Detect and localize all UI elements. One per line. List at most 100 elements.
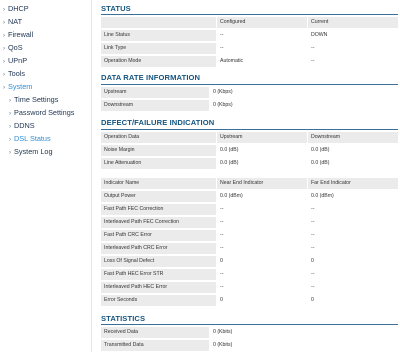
ind-row-label: Interleaved Path HEC Error [101, 282, 216, 293]
status-row-label: Line Status [101, 30, 216, 41]
sidebar-item-label: Firewall [8, 30, 34, 39]
sidebar-item-label: System Log [14, 147, 53, 156]
status-row-current: -- [308, 43, 398, 54]
status-row-label: Link Type [101, 43, 216, 54]
ind-row-far: -- [308, 204, 398, 215]
sidebar-item-tools[interactable]: › Tools [3, 69, 25, 80]
op-row-label: Line Attenuation [101, 158, 216, 169]
op-row-up: 0.0 (dB) [217, 145, 307, 156]
status-row-label: Operation Mode [101, 56, 216, 67]
chevron-right-icon: › [9, 98, 11, 104]
ind-row-label: Fast Path HEC Error STR [101, 269, 216, 280]
sidebar-item-qos[interactable]: › QoS [3, 43, 23, 54]
section-title-status: STATUS [101, 4, 131, 13]
ind-row-label: Fast Path FEC Correction [101, 204, 216, 215]
ind-row-label: Error Seconds [101, 295, 216, 306]
ind-header-far: Far End Indicator [308, 178, 398, 189]
ind-row-near: 0 [217, 256, 307, 267]
ind-row-near: 0 [217, 295, 307, 306]
chevron-right-icon: › [3, 7, 5, 13]
chevron-right-icon: › [3, 85, 5, 91]
ind-row-near: -- [217, 282, 307, 293]
sidebar-subitem-time-settings[interactable]: › Time Settings [9, 95, 58, 106]
op-header-upstream: Upstream [217, 132, 307, 143]
ind-row-label: Output Power [101, 191, 216, 202]
sidebar-item-label: DHCP [8, 4, 29, 13]
ind-header-name: Indicator Name [101, 178, 216, 189]
sidebar-item-label: DSL Status [14, 134, 51, 143]
ind-row-far: 0 [308, 295, 398, 306]
section-title-defect: DEFECT/FAILURE INDICATION [101, 118, 215, 127]
section-divider [101, 84, 398, 85]
sidebar-item-label: DDNS [14, 121, 35, 130]
op-header-name: Operation Data [101, 132, 216, 143]
ind-header-near: Near End Indicator [217, 178, 307, 189]
status-row-configured: -- [217, 43, 307, 54]
ind-row-near: -- [217, 204, 307, 215]
sidebar-item-label: Password Settings [14, 108, 75, 117]
ind-row-far: -- [308, 217, 398, 228]
status-row-current: DOWN [308, 30, 398, 41]
sidebar-subitem-password-settings[interactable]: › Password Settings [9, 108, 74, 119]
op-row-down: 0.0 (dB) [308, 145, 398, 156]
chevron-right-icon: › [3, 59, 5, 65]
op-row-label: Noise Margin [101, 145, 216, 156]
sidebar-item-firewall[interactable]: › Firewall [3, 30, 33, 41]
sidebar-item-label: QoS [8, 43, 23, 52]
ind-row-near: -- [217, 269, 307, 280]
sidebar-item-upnp[interactable]: › UPnP [3, 56, 27, 67]
sidebar-item-label: NAT [8, 17, 23, 26]
status-row-configured: -- [217, 30, 307, 41]
chevron-right-icon: › [3, 46, 5, 52]
ind-row-label: Interleaved Path FEC Correction [101, 217, 216, 228]
op-row-up: 0.0 (dB) [217, 158, 307, 169]
section-title-data-rate: DATA RATE INFORMATION [101, 73, 201, 82]
ind-row-label: Fast Path CRC Error [101, 230, 216, 241]
sidebar-subitem-dsl-status[interactable]: › DSL Status [9, 134, 51, 145]
ind-row-near: -- [217, 243, 307, 254]
stat-row-label: Transmitted Data [101, 340, 209, 351]
ind-row-near: 0.0 (dBm) [217, 191, 307, 202]
stat-row-value: 0 (Kbits) [210, 327, 398, 338]
data-rate-row-value: 0 (Kbps) [210, 100, 398, 111]
section-divider [101, 129, 398, 130]
sidebar-item-system[interactable]: › System [3, 82, 32, 93]
op-header-downstream: Downstream [308, 132, 398, 143]
sidebar-item-nat[interactable]: › NAT [3, 17, 22, 28]
data-rate-row-label: Downstream [101, 100, 209, 111]
section-divider [101, 324, 398, 325]
chevron-right-icon: › [3, 72, 5, 78]
ind-row-far: 0 [308, 256, 398, 267]
sidebar-item-label: Tools [8, 69, 26, 78]
chevron-right-icon: › [3, 33, 5, 39]
data-rate-row-value: 0 (Kbps) [210, 87, 398, 98]
ind-row-far: -- [308, 243, 398, 254]
main-content: STATUS Configured Current Line Status --… [92, 0, 400, 352]
ind-row-label: Interleaved Path CRC Error [101, 243, 216, 254]
ind-row-far: 0.0 (dBm) [308, 191, 398, 202]
sidebar-item-dhcp[interactable]: › DHCP [3, 4, 29, 15]
status-row-configured: Automatic [217, 56, 307, 67]
sidebar-item-label: UPnP [8, 56, 28, 65]
status-header-blank [101, 17, 216, 28]
chevron-right-icon: › [9, 124, 11, 130]
op-row-down: 0.0 (dB) [308, 158, 398, 169]
ind-row-far: -- [308, 230, 398, 241]
ind-row-far: -- [308, 282, 398, 293]
chevron-right-icon: › [9, 150, 11, 156]
chevron-right-icon: › [9, 111, 11, 117]
section-title-statistics: STATISTICS [101, 314, 146, 323]
sidebar-subitem-ddns[interactable]: › DDNS [9, 121, 35, 132]
ind-row-label: Loss Of Signal Defect [101, 256, 216, 267]
stat-row-label: Received Data [101, 327, 209, 338]
sidebar-subitem-system-log[interactable]: › System Log [9, 147, 53, 158]
ind-row-far: -- [308, 269, 398, 280]
data-rate-row-label: Upstream [101, 87, 209, 98]
chevron-right-icon: › [3, 20, 5, 26]
section-divider [101, 14, 398, 15]
ind-row-near: -- [217, 217, 307, 228]
stat-row-value: 0 (Kbits) [210, 340, 398, 351]
sidebar: › DHCP › NAT › Firewall › QoS › UPnP › Tools ›… [0, 0, 92, 352]
status-header-current: Current [308, 17, 398, 28]
sidebar-item-label: System [8, 82, 33, 91]
